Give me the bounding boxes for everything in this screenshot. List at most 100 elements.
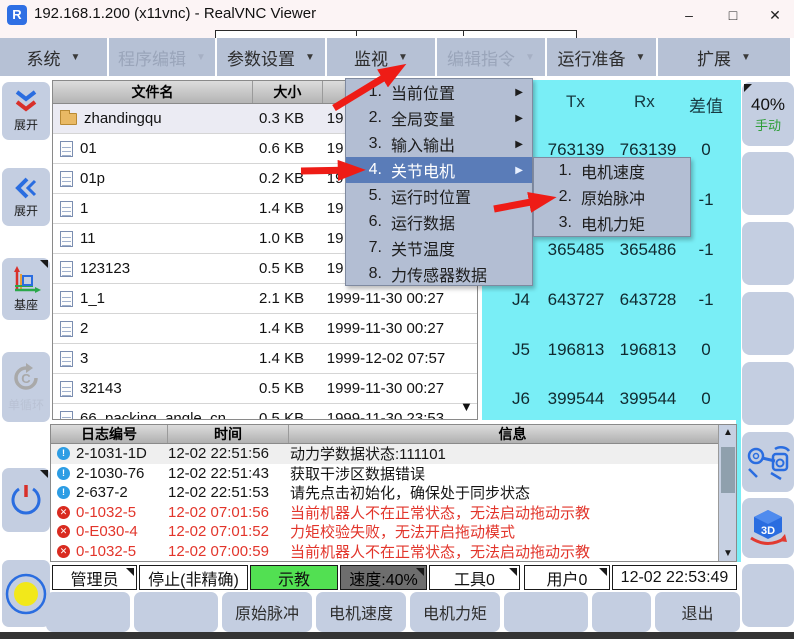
submenu-item-raw-pulse[interactable]: 2.原始脉冲 [534,184,690,210]
file-row[interactable]: 21.4 KB1999-11-30 00:27 [53,314,477,344]
sidebar-expand-down-button[interactable]: 展开 [2,82,50,140]
menu-item-force-sensor-data[interactable]: 8.力传感器数据 [346,261,532,287]
scroll-up-icon[interactable]: ▲ [719,427,737,438]
3d-cube-icon: 3D [745,505,791,551]
column-header-filename[interactable]: 文件名 [53,81,253,103]
menu-item-joint-temperature[interactable]: 7.关节温度 [346,235,532,261]
menu-item-joint-motor[interactable]: 4.关节电机▶ [346,157,532,183]
log-table-header: 日志编号 时间 信息 [51,425,736,444]
right-button-2[interactable] [742,152,794,215]
menu-item-current-position[interactable]: 1.当前位置▶ [346,79,532,105]
file-name: 123123 [80,260,130,277]
fn-button-7[interactable] [592,592,651,632]
right-button-4[interactable] [742,292,794,355]
fn-button-label: 电机速度 [329,600,393,624]
status-teach-mode[interactable]: 示教 [250,565,338,590]
menu-monitor[interactable]: 监视▼ [327,38,435,76]
joint-col-tx: Tx [566,92,585,112]
joint-diff-value: 0 [678,340,734,360]
chevron-down-icon: ▼ [305,52,315,63]
menu-extension[interactable]: 扩展▼ [658,38,790,76]
menu-item-global-variables[interactable]: 2.全局变量▶ [346,105,532,131]
menu-item-label: 输入输出 [391,132,455,156]
status-run-state[interactable]: 停止(非精确) [139,565,248,590]
joint-rx-value: 196813 [612,340,684,360]
file-row[interactable]: 31.4 KB1999-12-02 07:57 [53,344,477,374]
sidebar-power-button[interactable] [2,468,50,532]
file-row[interactable]: 1_12.1 KB1999-11-30 00:27 [53,284,477,314]
menu-system[interactable]: 系统▼ [0,38,107,76]
file-size: 1.4 KB [253,350,323,367]
log-row[interactable]: !2-1031-1D12-02 22:51:56动力学数据状态:111101 [51,444,736,464]
scroll-down-icon[interactable]: ▼ [460,399,473,414]
sidebar-button-label: 展开 [14,202,38,219]
file-size: 0.5 KB [253,260,323,277]
right-button-5[interactable] [742,362,794,425]
menu-item-label: 运行时位置 [391,184,471,208]
joint-diff-value: -1 [678,290,734,310]
sidebar-base-frame-button[interactable]: 基座 [2,258,50,320]
log-row[interactable]: ✕0-E030-412-02 07:01:52力矩校验失败，无法开启拖动模式 [51,522,736,542]
menu-item-input-output[interactable]: 3.输入输出▶ [346,131,532,157]
motor-speed-button[interactable]: 电机速度 [316,592,406,632]
fn-button-1[interactable] [46,592,130,632]
right-button-8[interactable] [742,564,794,627]
jog-controller-button[interactable] [742,432,794,492]
status-label: 停止(非精确) [148,566,239,590]
log-row[interactable]: ✕0-1032-512-02 07:00:59当前机器人不在正常状态，无法启动拖… [51,542,736,562]
column-header-size[interactable]: 大小 [253,81,323,103]
file-size: 0.3 KB [253,110,323,127]
menu-parameter-settings[interactable]: 参数设置▼ [217,38,325,76]
exit-button[interactable]: 退出 [655,592,740,632]
scroll-down-icon[interactable]: ▼ [719,548,737,559]
log-scrollbar[interactable]: ▲ ▼ [718,425,736,561]
file-size: 0.5 KB [253,410,323,420]
log-message: 请先点击初始化，确保处于同步状态 [290,482,736,503]
log-time: 12-02 07:01:52 [168,523,290,540]
log-code: 2-637-2 [70,484,168,501]
raw-pulse-button[interactable]: 原始脉冲 [222,592,312,632]
status-label: 用户0 [547,566,588,590]
log-row[interactable]: !2-1030-7612-02 22:51:43获取干涉区数据错误 [51,464,736,484]
view-3d-button[interactable]: 3D [742,498,794,558]
menu-item-run-data[interactable]: 6.运行数据 [346,209,532,235]
status-label: 示教 [278,566,310,590]
column-header-time[interactable]: 时间 [168,425,289,443]
fn-button-6[interactable] [504,592,588,632]
status-user-frame[interactable]: 用户0 [524,565,610,590]
file-name: 2 [80,320,88,337]
right-button-3[interactable] [742,222,794,285]
log-message: 获取干涉区数据错误 [290,463,736,484]
column-header-log-id[interactable]: 日志编号 [51,425,168,443]
log-time: 12-02 07:00:59 [168,543,290,560]
sidebar-expand-left-button[interactable]: 展开 [2,168,50,226]
column-header-info[interactable]: 信息 [289,425,736,443]
motor-torque-button[interactable]: 电机力矩 [410,592,500,632]
maximize-button[interactable]: □ [716,0,750,30]
fn-button-label: 电机力矩 [423,600,487,624]
menu-item-runtime-position[interactable]: 5.运行时位置 [346,183,532,209]
close-button[interactable]: ✕ [758,0,792,30]
speed-mode-button[interactable]: 40% 手动 [742,82,794,146]
log-row[interactable]: !2-637-212-02 22:51:53请先点击初始化，确保处于同步状态 [51,483,736,503]
log-row[interactable]: ✕ [51,561,736,562]
status-speed[interactable]: 速度:40% [340,565,427,590]
scrollbar-thumb[interactable] [721,447,735,493]
minimize-button[interactable]: – [672,0,706,30]
menu-label: 编辑指令 [447,45,515,70]
menu-run-prepare[interactable]: 运行准备▼ [547,38,656,76]
power-icon [7,481,45,519]
sidebar-record-button[interactable] [2,560,50,627]
status-user-role[interactable]: 管理员 [52,565,137,590]
log-message: 当前机器人不在正常状态，无法启动拖动示教 [290,541,736,562]
fn-button-2[interactable] [134,592,218,632]
log-code: 2-1030-76 [70,465,168,482]
status-tool[interactable]: 工具0 [429,565,520,590]
file-row[interactable]: 321430.5 KB1999-11-30 00:27 [53,374,477,404]
menu-item-number: 4. [360,161,382,179]
log-row[interactable]: ✕0-1032-512-02 07:01:56当前机器人不在正常状态，无法启动拖… [51,503,736,523]
submenu-item-motor-torque[interactable]: 3.电机力矩 [534,210,690,236]
file-row[interactable]: 66_packing_angle_cn0.5 KB1999-11-30 23:5… [53,404,477,420]
corner-triangle-icon [509,568,517,576]
submenu-item-motor-speed[interactable]: 1.电机速度 [534,158,690,184]
